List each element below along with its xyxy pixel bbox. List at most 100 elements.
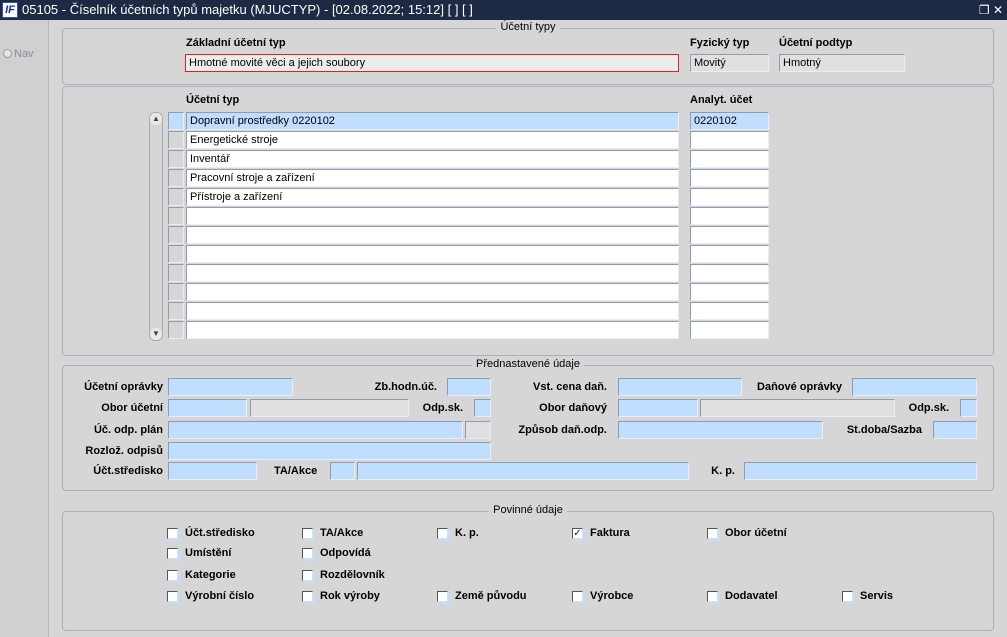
st-doba-label: St.doba/Sazba	[846, 424, 922, 436]
checkbox[interactable]	[302, 570, 313, 581]
obor-danovy-label: Obor daňový	[539, 402, 607, 414]
window-title: 05105 - Číselník účetních typů majetku (…	[22, 2, 473, 17]
close-icon[interactable]: ✕	[993, 3, 1003, 17]
uc-odp-plan-input[interactable]	[168, 421, 463, 439]
checkbox[interactable]	[167, 570, 178, 581]
ta-akce-label: TA/Akce	[274, 465, 318, 477]
scroll-up-icon[interactable]: ▲	[150, 113, 162, 125]
st-doba-input[interactable]	[933, 421, 977, 439]
analyt-ucet-cell[interactable]	[690, 169, 769, 187]
checkbox[interactable]	[437, 528, 448, 539]
row-selector[interactable]	[168, 321, 184, 339]
ucetni-typ-cell[interactable]: Inventář	[186, 150, 679, 168]
row-selector[interactable]	[168, 245, 184, 263]
obor-ucetni-input[interactable]	[168, 399, 247, 417]
row-selector[interactable]	[168, 112, 184, 130]
ucetni-typ-cell[interactable]	[186, 302, 679, 320]
checkbox-label: Země původu	[455, 590, 527, 602]
scrollbar[interactable]: ▲ ▼	[149, 112, 163, 341]
row-selector[interactable]	[168, 150, 184, 168]
ta-akce-name[interactable]	[357, 462, 689, 480]
analyt-ucet-cell[interactable]	[690, 245, 769, 263]
row-selector[interactable]	[168, 226, 184, 244]
checkbox[interactable]	[302, 528, 313, 539]
checkbox[interactable]	[572, 591, 583, 602]
analyt-ucet-cell[interactable]	[690, 226, 769, 244]
restore-icon[interactable]: ❐	[979, 3, 990, 17]
odp-sk-input[interactable]	[474, 399, 491, 417]
checkbox[interactable]	[302, 591, 313, 602]
checkbox-label: Rozdělovník	[320, 569, 385, 581]
ucetni-typ-cell[interactable]: Dopravní prostředky 0220102	[186, 112, 679, 130]
podtyp-label: Účetní podtyp	[779, 37, 853, 49]
checkbox-label: Výrobce	[590, 590, 634, 602]
analyt-ucet-cell[interactable]	[690, 207, 769, 225]
analyt-ucet-cell[interactable]	[690, 188, 769, 206]
ucetni-typ-cell[interactable]: Energetické stroje	[186, 131, 679, 149]
zakladni-label: Základní účetní typ	[186, 37, 286, 49]
ucetni-typ-cell[interactable]: Přístroje a zařízení	[186, 188, 679, 206]
analyt-ucet-cell[interactable]	[690, 321, 769, 339]
ucetni-typ-cell[interactable]: Pracovní stroje a zařízení	[186, 169, 679, 187]
col-header-analyt: Analyt. účet	[690, 94, 753, 106]
uc-odp-plan-label: Úč. odp. plán	[93, 424, 163, 436]
row-selector[interactable]	[168, 207, 184, 225]
scroll-down-icon[interactable]: ▼	[150, 328, 162, 340]
obor-danovy-input[interactable]	[618, 399, 698, 417]
odp-sk-label: Odp.sk.	[422, 402, 463, 414]
analyt-ucet-cell[interactable]	[690, 150, 769, 168]
obor-ucetni-name	[250, 399, 409, 417]
analyt-ucet-cell[interactable]	[690, 283, 769, 301]
row-selector[interactable]	[168, 131, 184, 149]
fyzicky-typ-field[interactable]: Movitý	[690, 54, 769, 72]
row-selector[interactable]	[168, 188, 184, 206]
checkbox[interactable]	[437, 591, 448, 602]
checkbox[interactable]	[302, 548, 313, 559]
odp-sk2-input[interactable]	[960, 399, 977, 417]
fyzicky-label: Fyzický typ	[690, 37, 750, 49]
zpusob-input[interactable]	[618, 421, 823, 439]
checkbox-label: Umístění	[185, 547, 232, 559]
ucetni-typ-cell[interactable]	[186, 245, 679, 263]
checkbox-label: Obor účetní	[725, 527, 787, 539]
zb-hodn-label: Zb.hodn.úč.	[374, 381, 437, 393]
stredisko-input[interactable]	[168, 462, 257, 480]
ucetni-podtyp-field[interactable]: Hmotný	[779, 54, 905, 72]
checkbox-label: Účt.středisko	[185, 527, 255, 539]
ucetni-typ-cell[interactable]	[186, 283, 679, 301]
checkbox[interactable]: ✓	[572, 528, 583, 539]
checkbox[interactable]	[167, 591, 178, 602]
analyt-ucet-cell[interactable]	[690, 302, 769, 320]
rozloz-input[interactable]	[168, 442, 491, 460]
checkbox[interactable]	[167, 548, 178, 559]
analyt-ucet-cell[interactable]	[690, 131, 769, 149]
title-bar: IF 05105 - Číselník účetních typů majetk…	[0, 0, 1007, 20]
zb-hodn-input[interactable]	[447, 378, 491, 396]
checkbox[interactable]	[707, 591, 718, 602]
nav-panel: Nav	[0, 20, 49, 637]
row-selector[interactable]	[168, 302, 184, 320]
row-selector[interactable]	[168, 169, 184, 187]
analyt-ucet-cell[interactable]	[690, 264, 769, 282]
ucetni-opravky-input[interactable]	[168, 378, 293, 396]
ta-akce-input[interactable]	[330, 462, 355, 480]
ucetni-typ-cell[interactable]	[186, 226, 679, 244]
analyt-ucet-cell[interactable]: 0220102	[690, 112, 769, 130]
checkbox-label: Servis	[860, 590, 894, 602]
vst-cena-input[interactable]	[618, 378, 742, 396]
row-selector[interactable]	[168, 283, 184, 301]
ucetni-typ-cell[interactable]	[186, 207, 679, 225]
checkbox[interactable]	[707, 528, 718, 539]
zakladni-ucetni-typ-field[interactable]: Hmotné movité věci a jejich soubory	[185, 54, 679, 72]
kp-input[interactable]	[744, 462, 977, 480]
checkbox[interactable]	[167, 528, 178, 539]
ucetni-typ-cell[interactable]	[186, 264, 679, 282]
window-controls: ❐ ✕	[979, 0, 1003, 20]
odp-sk2-label: Odp.sk.	[908, 402, 949, 414]
ucetni-typ-cell[interactable]	[186, 321, 679, 339]
danove-opravky-input[interactable]	[852, 378, 977, 396]
checkbox[interactable]	[842, 591, 853, 602]
app-logo-icon: IF	[2, 2, 18, 18]
row-selector[interactable]	[168, 264, 184, 282]
nav-button[interactable]: Nav	[3, 48, 34, 60]
